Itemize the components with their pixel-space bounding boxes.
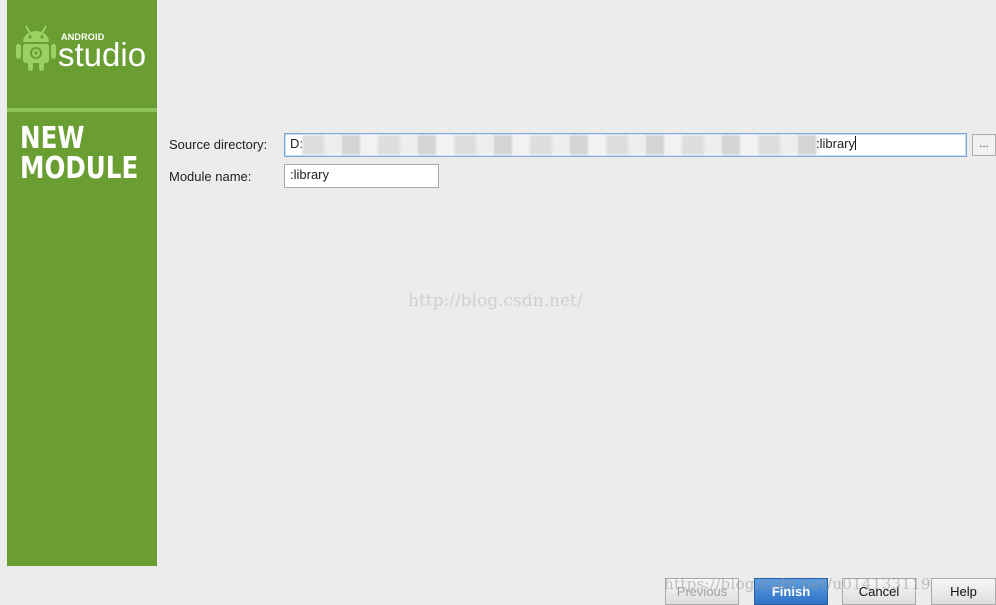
brand-studio-text: studio [58,36,147,73]
source-directory-suffix: :library [816,136,856,151]
wizard-title-line1: NEW [20,121,85,156]
android-studio-logo: ANDROID studio [7,0,157,108]
source-directory-label: Source directory: [169,137,268,152]
text-caret [855,136,857,150]
watermark-text: http://blog.csdn.net/ [408,291,583,311]
sidebar-divider [7,108,157,112]
module-name-input[interactable]: :library [284,164,439,188]
module-name-label: Module name: [169,169,252,184]
android-icon [16,25,56,71]
wizard-title-line2: MODULE [20,151,139,186]
source-directory-suffix-wrap: :library [816,134,857,154]
help-button[interactable]: Help [931,578,996,605]
browse-button[interactable]: ... [972,134,996,156]
wizard-sidebar: ANDROID studio NEW MODULE [7,0,157,566]
source-directory-input[interactable]: D: :library [284,133,967,157]
wizard-title: NEW MODULE [20,121,139,186]
redacted-path-mask [302,135,820,155]
watermark-bottom-text: https://blog.csdn.net/u014133119 [664,575,931,593]
